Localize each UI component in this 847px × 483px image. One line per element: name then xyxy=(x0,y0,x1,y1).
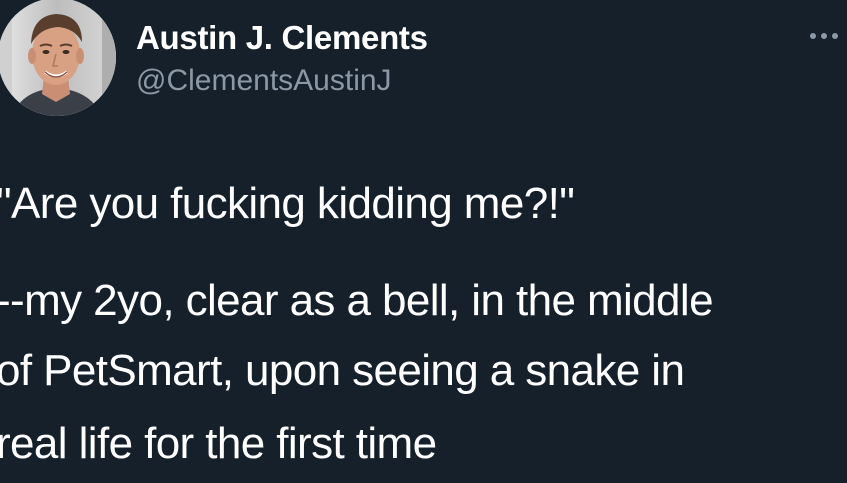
more-horizontal-icon xyxy=(810,33,838,39)
tweet-card: Austin J. Clements @ClementsAustinJ "Are… xyxy=(0,0,847,483)
tweet-text-line: --my 2yo, clear as a bell, in the middle xyxy=(0,276,714,325)
avatar[interactable] xyxy=(0,0,116,116)
display-name[interactable]: Austin J. Clements xyxy=(136,18,428,58)
tweet-text-line: real life for the first time xyxy=(0,419,437,468)
handle[interactable]: @ClementsAustinJ xyxy=(136,62,392,100)
profile-photo-icon xyxy=(0,0,116,116)
tweet-text-line: of PetSmart, upon seeing a snake in xyxy=(0,346,685,395)
more-options-button[interactable] xyxy=(803,24,845,48)
tweet-text-quote: "Are you fucking kidding me?!" xyxy=(0,179,575,228)
